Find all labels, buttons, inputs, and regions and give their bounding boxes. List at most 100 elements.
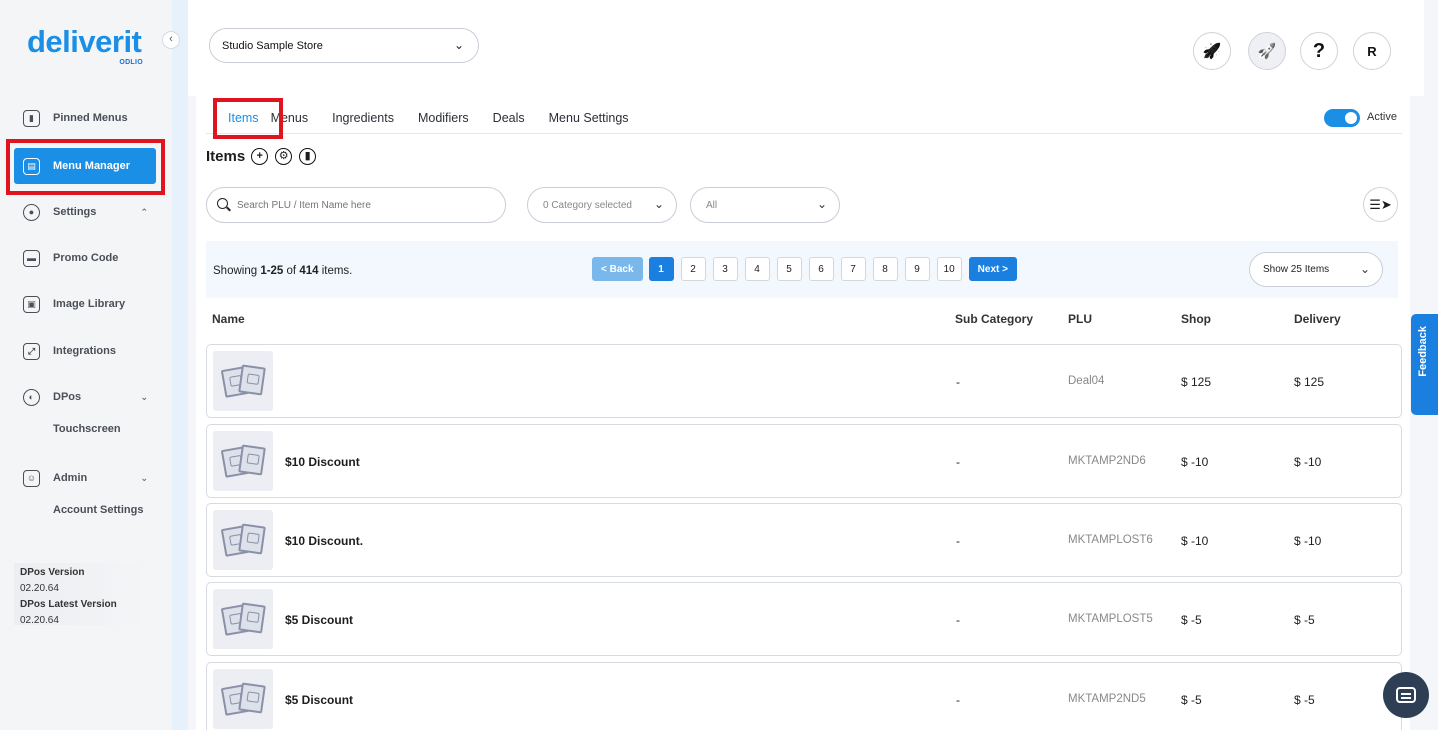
item-thumbnail (213, 669, 273, 729)
column-header-shop[interactable]: Shop (1181, 312, 1211, 326)
item-sub-category: - (956, 693, 960, 707)
item-name: $10 Discount. (285, 534, 364, 548)
column-header-sub-category[interactable]: Sub Category (955, 312, 1033, 326)
page-button[interactable]: 9 (904, 257, 930, 281)
item-delivery-price: $ -5 (1294, 613, 1315, 627)
help-icon[interactable]: ? (1300, 32, 1338, 70)
sidebar-item-menu-manager[interactable]: ▤ Menu Manager (14, 148, 156, 184)
table-row[interactable]: $5 Discount - MKTAMPLOST5 $ -5 $ -5 (206, 582, 1402, 656)
rocket-icon[interactable]: 🚀 (1193, 32, 1231, 70)
sidebar-collapse-button[interactable]: ‹ (162, 31, 180, 49)
feedback-label: Feedback (1417, 326, 1429, 377)
column-header-plu[interactable]: PLU (1068, 312, 1092, 326)
chevron-down-icon: ⌄ (140, 391, 148, 402)
back-button[interactable]: < Back (592, 257, 643, 281)
category-dropdown[interactable]: 0 Category selected ⌄ (527, 187, 677, 223)
page-button[interactable]: 6 (808, 257, 834, 281)
page-button[interactable]: 3 (712, 257, 738, 281)
settings-badge-icon[interactable]: ⚙ (275, 148, 293, 165)
tab-menu-settings[interactable]: Menu Settings (537, 104, 641, 134)
tab-deals[interactable]: Deals (481, 104, 537, 134)
items-heading: Items + ⚙ ▮ (206, 148, 317, 165)
item-name: $10 Discount (285, 455, 360, 469)
dpos-latest-value: 02.20.64 (20, 615, 59, 626)
sidebar-item-image-library[interactable]: ▣ Image Library (14, 286, 156, 322)
plug-icon: ⤢ (23, 342, 40, 360)
item-delivery-price: $ -5 (1294, 693, 1315, 707)
tab-items[interactable]: Items (216, 104, 271, 134)
version-info: DPos Version 02.20.64 DPos Latest Versio… (14, 563, 149, 626)
tab-ingredients[interactable]: Ingredients (320, 104, 406, 134)
deliverit-logo[interactable]: deliverit ODLIO (27, 26, 147, 70)
item-thumbnail (213, 431, 273, 491)
page-size-select[interactable]: Show 25 Items ⌄ (1249, 252, 1383, 287)
search-field[interactable] (237, 199, 477, 211)
column-header-delivery[interactable]: Delivery (1294, 312, 1341, 326)
sidebar-item-admin[interactable]: ☺ Admin ⌄ (14, 460, 156, 496)
item-delivery-price: $ -10 (1294, 455, 1322, 469)
chevron-down-icon: ⌄ (453, 38, 464, 52)
launch-icon[interactable]: 🚀 (1248, 32, 1286, 70)
avatar[interactable]: R (1353, 32, 1391, 70)
ticket-icon: ▬ (23, 249, 40, 267)
store-selector[interactable]: Studio Sample Store ⌄ (209, 28, 479, 63)
sidebar-item-promo-code[interactable]: ▬ Promo Code (14, 240, 156, 276)
item-plu: MKTAMP2ND6 (1068, 455, 1146, 467)
sidebar-item-label: Pinned Menus (53, 112, 128, 124)
item-thumbnail (213, 351, 273, 411)
active-toggle[interactable] (1324, 109, 1360, 127)
page-button[interactable]: 8 (872, 257, 898, 281)
sidebar-item-settings[interactable]: ● Settings ⌃ (14, 194, 156, 230)
column-header-name[interactable]: Name (212, 312, 245, 326)
table-row[interactable]: $10 Discount - MKTAMP2ND6 $ -10 $ -10 (206, 424, 1402, 498)
item-plu: Deal04 (1068, 375, 1105, 387)
page-button[interactable]: 4 (744, 257, 770, 281)
sidebar-subitem-touchscreen[interactable]: Touchscreen (53, 423, 121, 435)
sidebar-item-pinned-menus[interactable]: ▮ Pinned Menus (14, 100, 156, 136)
sidebar-subitem-account-settings[interactable]: Account Settings (53, 504, 143, 516)
tab-menus[interactable]: Menus (271, 104, 321, 134)
item-delivery-price: $ 125 (1294, 375, 1325, 389)
sidebar: deliverit ODLIO ▮ Pinned Menus ▤ Menu Ma… (0, 0, 172, 730)
tab-modifiers[interactable]: Modifiers (406, 104, 481, 134)
bookmark-icon[interactable]: ▮ (299, 148, 317, 165)
item-sub-category: - (956, 613, 960, 627)
item-sub-category: - (956, 534, 960, 548)
status-dropdown-value: All (706, 199, 718, 211)
add-icon[interactable]: + (251, 148, 269, 165)
item-delivery-price: $ -10 (1294, 534, 1322, 548)
top-header: Studio Sample Store ⌄ 🚀 🚀 ? R (188, 0, 1424, 96)
next-button[interactable]: Next > (968, 257, 1017, 281)
chevron-up-icon: ⌃ (140, 206, 148, 217)
column-filter-icon[interactable]: ☰➤ (1363, 187, 1398, 222)
search-icon (217, 198, 231, 212)
table-row[interactable]: - Deal04 $ 125 $ 125 (206, 344, 1402, 418)
sidebar-item-integrations[interactable]: ⤢ Integrations (14, 333, 156, 369)
chat-button[interactable] (1383, 672, 1429, 718)
page-button[interactable]: 10 (936, 257, 962, 281)
page-title: Items (206, 148, 246, 165)
sidebar-item-label: Image Library (53, 298, 126, 310)
table-row[interactable]: $5 Discount - MKTAMP2ND5 $ -5 $ -5 (206, 662, 1402, 730)
chat-icon (1396, 687, 1416, 703)
page-button[interactable]: 2 (680, 257, 706, 281)
chevron-down-icon: ⌄ (653, 197, 664, 211)
sidebar-divider (172, 0, 188, 730)
sidebar-item-dpos[interactable]: ◐ DPos ⌄ (14, 379, 156, 415)
status-dropdown[interactable]: All ⌄ (690, 187, 840, 223)
page-button[interactable]: 5 (776, 257, 802, 281)
logo-text: deliverit (27, 24, 142, 59)
sidebar-item-label: DPos (53, 391, 82, 403)
menu-book-icon: ▤ (23, 157, 40, 175)
sidebar-item-label: Admin (53, 472, 88, 484)
page-button[interactable]: 1 (648, 257, 674, 281)
item-plu: MKTAMP2ND5 (1068, 693, 1146, 705)
active-toggle-label: Active (1367, 111, 1397, 123)
item-sub-category: - (956, 375, 960, 389)
chevron-down-icon: ⌄ (140, 472, 148, 483)
item-sub-category: - (956, 455, 960, 469)
table-row[interactable]: $10 Discount. - MKTAMPLOST6 $ -10 $ -10 (206, 503, 1402, 577)
search-input[interactable] (206, 187, 506, 223)
feedback-tab[interactable]: Feedback (1411, 314, 1438, 415)
page-button[interactable]: 7 (840, 257, 866, 281)
